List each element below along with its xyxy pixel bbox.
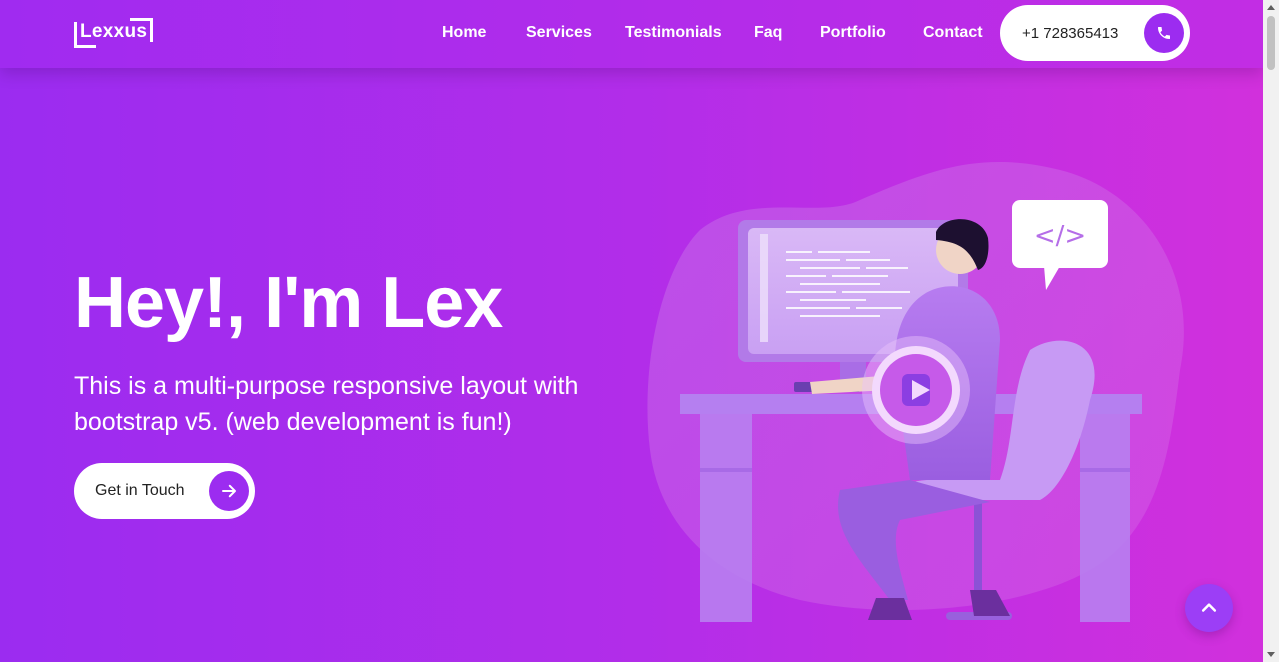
nav-contact[interactable]: Contact	[923, 24, 983, 42]
get-in-touch-label: Get in Touch	[95, 482, 185, 499]
logo-bracket-left-bottom	[74, 45, 96, 48]
get-in-touch-button[interactable]: Get in Touch	[74, 463, 255, 519]
hero-title: Hey!, I'm Lex	[74, 263, 503, 343]
nav-testimonials[interactable]: Testimonials	[625, 24, 722, 42]
scroll-down-arrow[interactable]	[1267, 652, 1275, 657]
nav-faq[interactable]: Faq	[754, 24, 782, 42]
page-scrollbar[interactable]	[1263, 0, 1279, 662]
phone-number: +1 728365413	[1022, 25, 1119, 42]
phone-button[interactable]: +1 728365413	[1000, 5, 1190, 61]
phone-icon	[1144, 13, 1184, 53]
nav-services[interactable]: Services	[526, 24, 592, 42]
site-header: Lexxus Home Services Testimonials Faq Po…	[0, 0, 1263, 68]
logo-bracket-right	[150, 18, 153, 42]
chevron-up-icon	[1201, 603, 1217, 612]
play-icon[interactable]	[902, 374, 930, 406]
arrow-right-icon	[209, 471, 249, 511]
developer-illustration: </>	[640, 150, 1200, 630]
code-symbol: </>	[1034, 221, 1086, 251]
scroll-to-top-button[interactable]	[1185, 584, 1233, 632]
hero-subtitle: This is a multi-purpose responsive layou…	[74, 372, 579, 436]
logo-text: Lexxus	[80, 21, 148, 42]
logo[interactable]: Lexxus	[74, 18, 154, 48]
nav-portfolio[interactable]: Portfolio	[820, 24, 886, 42]
nav-home[interactable]: Home	[442, 24, 486, 42]
scroll-thumb[interactable]	[1267, 16, 1275, 70]
scroll-up-arrow[interactable]	[1267, 5, 1275, 10]
